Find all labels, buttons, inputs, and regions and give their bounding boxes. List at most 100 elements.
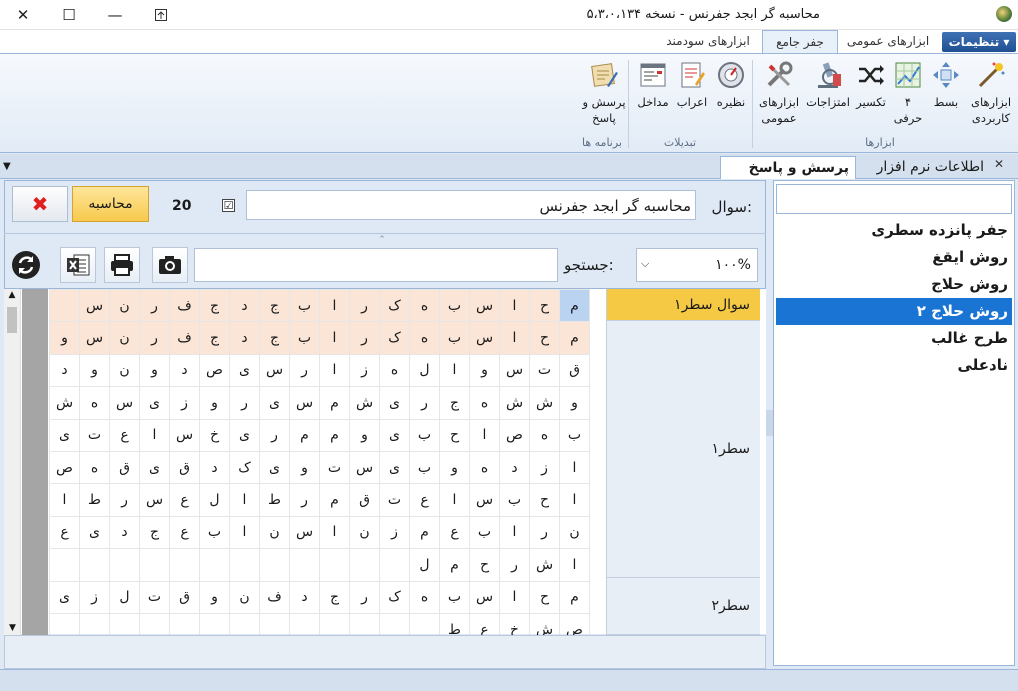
- grid-cell[interactable]: ح: [529, 580, 560, 614]
- grid-cell[interactable]: و: [349, 418, 380, 452]
- grid-cell[interactable]: س: [79, 288, 110, 323]
- scroll-up-icon[interactable]: ▲: [4, 289, 20, 301]
- grid-cell[interactable]: ر: [499, 548, 530, 582]
- grid-cell[interactable]: م: [559, 580, 590, 614]
- grid-cell[interactable]: ی: [379, 386, 410, 420]
- grid-cell[interactable]: ج: [319, 580, 350, 614]
- export-excel-button[interactable]: [60, 247, 96, 283]
- grid-cell[interactable]: ع: [439, 515, 470, 550]
- grid-cell[interactable]: ب: [289, 288, 320, 323]
- grid-cell[interactable]: س: [259, 353, 290, 388]
- grid-cell[interactable]: س: [469, 321, 500, 355]
- tab-general-tools[interactable]: ابزارهای عمومی: [840, 30, 936, 53]
- grid-cell[interactable]: م: [319, 386, 350, 420]
- grid-cell[interactable]: ن: [349, 515, 380, 550]
- grid-cell[interactable]: [199, 548, 230, 582]
- grid-cell[interactable]: ش: [529, 386, 560, 420]
- grid-cell[interactable]: ت: [319, 450, 350, 485]
- screenshot-button[interactable]: [152, 247, 188, 283]
- grid-cell[interactable]: ک: [379, 580, 410, 614]
- grid-cell[interactable]: ه: [469, 386, 500, 420]
- grid-cell[interactable]: ق: [349, 483, 380, 517]
- grid-cell[interactable]: ح: [529, 321, 560, 355]
- grid-cell[interactable]: ا: [499, 321, 530, 355]
- maximize-icon[interactable]: ☐: [46, 0, 92, 30]
- grid-cell[interactable]: [139, 548, 170, 582]
- general-tools-button[interactable]: ابزارهای عمومی: [756, 58, 802, 134]
- method-item[interactable]: روش حلاج ۲: [776, 298, 1012, 325]
- grid-cell[interactable]: ت: [529, 353, 560, 388]
- grid-cell[interactable]: ب: [409, 418, 440, 452]
- grid-cell[interactable]: ز: [349, 353, 380, 388]
- grid-cell[interactable]: [379, 548, 410, 582]
- grid-cell[interactable]: ا: [319, 353, 350, 388]
- grid-cell[interactable]: ه: [409, 580, 440, 614]
- grid-cell[interactable]: ا: [319, 321, 350, 355]
- grid-cell[interactable]: م: [559, 321, 590, 355]
- grid-cell[interactable]: ص: [499, 418, 530, 452]
- cancel-button[interactable]: ✖: [12, 186, 68, 222]
- tab-software-info[interactable]: اطلاعات نرم افزار: [860, 156, 990, 179]
- grid-cell[interactable]: ز: [529, 450, 560, 485]
- entries-button[interactable]: مداخل: [634, 58, 672, 134]
- grid-cell[interactable]: ح: [529, 288, 560, 323]
- grid-cell[interactable]: ص: [49, 450, 80, 485]
- qa-button[interactable]: پرسش و پاسخ: [582, 58, 626, 134]
- grid-cell[interactable]: ب: [499, 483, 530, 517]
- chevron-down-icon[interactable]: ▼: [3, 161, 11, 172]
- minimize-icon[interactable]: —: [92, 0, 138, 30]
- pin-icon[interactable]: [138, 0, 184, 30]
- grid-cell[interactable]: و: [469, 353, 500, 388]
- grid-cell[interactable]: ل: [409, 353, 440, 388]
- grid-cell[interactable]: ک: [379, 288, 410, 323]
- scroll-down-icon[interactable]: ▼: [4, 623, 21, 633]
- method-item[interactable]: نادعلی: [776, 352, 1012, 379]
- grid-cell[interactable]: ه: [79, 386, 110, 420]
- grid-cell[interactable]: ر: [229, 386, 260, 420]
- grid-cell[interactable]: ا: [559, 450, 590, 485]
- grid-cell[interactable]: ج: [439, 386, 470, 420]
- grid-cell[interactable]: ه: [529, 418, 560, 452]
- grid-cell[interactable]: ز: [169, 386, 200, 420]
- grid-cell[interactable]: ا: [439, 483, 470, 517]
- grid-cell[interactable]: ش: [49, 386, 80, 420]
- useful-tools-button[interactable]: ابزارهای کاربردی: [966, 58, 1016, 134]
- grid-cell[interactable]: س: [289, 515, 320, 550]
- grid-cell[interactable]: ن: [259, 515, 290, 550]
- grid-cell[interactable]: ل: [409, 548, 440, 582]
- grid-cell[interactable]: ن: [109, 321, 140, 355]
- grid-cell[interactable]: س: [169, 418, 200, 452]
- grid-cell[interactable]: و: [199, 386, 230, 420]
- grid-cell[interactable]: و: [199, 580, 230, 614]
- grid-cell[interactable]: ک: [379, 321, 410, 355]
- grid-cell[interactable]: س: [139, 483, 170, 517]
- close-icon[interactable]: ✕: [994, 157, 1004, 171]
- grid-cell[interactable]: س: [349, 450, 380, 485]
- grid-cell[interactable]: ق: [169, 450, 200, 485]
- row-header-question[interactable]: سوال سطر۱: [606, 289, 760, 321]
- grid-cell[interactable]: و: [79, 353, 110, 388]
- bast-button[interactable]: بسط: [928, 58, 964, 134]
- grid-cell[interactable]: [349, 548, 380, 582]
- grid-cell[interactable]: ک: [229, 450, 260, 485]
- grid-cell[interactable]: ن: [109, 353, 140, 388]
- grid-cell[interactable]: ر: [139, 321, 170, 355]
- grid-cell[interactable]: س: [289, 386, 320, 420]
- grid-cell[interactable]: ش: [349, 386, 380, 420]
- close-icon[interactable]: ✕: [0, 0, 46, 30]
- row-header-row1[interactable]: سطر۱: [606, 321, 760, 578]
- grid-cell[interactable]: ب: [559, 418, 590, 452]
- method-item[interactable]: جفر پانزده سطری: [776, 217, 1012, 244]
- grid-cell[interactable]: ا: [499, 580, 530, 614]
- method-item[interactable]: روش ایقغ: [776, 244, 1012, 271]
- grid-cell[interactable]: ن: [109, 288, 140, 323]
- grid-cell[interactable]: [229, 548, 260, 582]
- grid-cell[interactable]: ن: [559, 515, 590, 550]
- method-item[interactable]: روش حلاج: [776, 271, 1012, 298]
- grid-cell[interactable]: ش: [499, 386, 530, 420]
- grid-cell[interactable]: ع: [409, 483, 440, 517]
- grid-cell[interactable]: ا: [559, 548, 590, 582]
- grid-cell[interactable]: ن: [229, 580, 260, 614]
- four-letter-button[interactable]: ۴ حرفی: [890, 58, 926, 134]
- grid-cell[interactable]: ه: [409, 288, 440, 323]
